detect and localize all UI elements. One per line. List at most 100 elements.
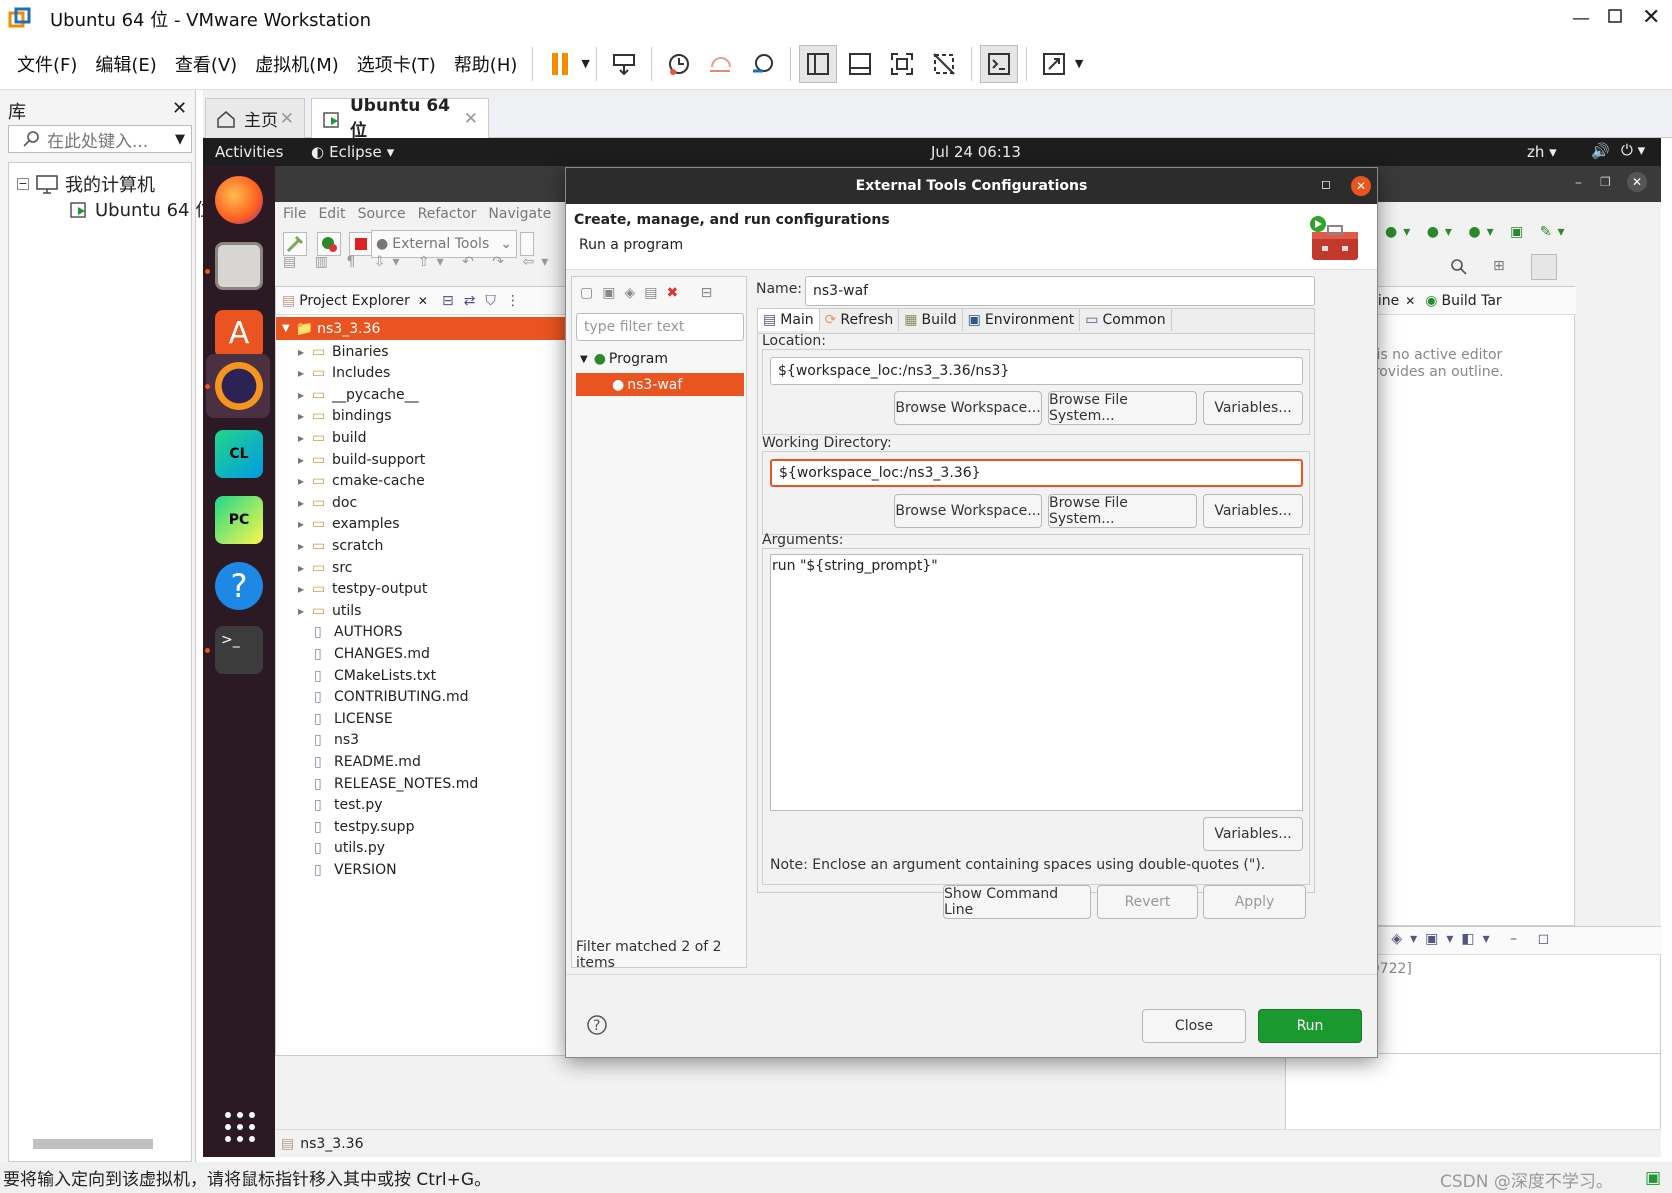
tree-file-row[interactable]: ▯ testpy.supp	[276, 815, 414, 838]
tree-program[interactable]: ▼ ● Program	[580, 351, 668, 367]
chevron-right-icon[interactable]: ▸	[298, 366, 304, 380]
activities-button[interactable]: Activities	[215, 143, 283, 161]
apply-button[interactable]: Apply	[1203, 885, 1306, 919]
tab-refresh[interactable]: ⟳ Refresh	[819, 309, 900, 331]
tree-file-row[interactable]: ▯ utils.py	[276, 837, 385, 860]
volume-icon[interactable]: 🔊	[1591, 142, 1610, 160]
files-icon[interactable]	[215, 242, 263, 290]
close-icon[interactable]: ✕	[1405, 294, 1415, 308]
tree-folder-row[interactable]: ▸ ▭ src	[276, 556, 352, 579]
power-icon[interactable]: ⏻ ▾	[1621, 141, 1645, 159]
terminal-view-icon[interactable]	[979, 44, 1018, 83]
tab-ubuntu[interactable]: Ubuntu 64 位 ✕	[311, 96, 489, 141]
tree-file-row[interactable]: ▯ RELEASE_NOTES.md	[276, 772, 478, 795]
chevron-down-icon[interactable]: ▼	[1075, 57, 1083, 70]
close-icon[interactable]: ✕	[1642, 5, 1660, 30]
minimize-icon[interactable]: –	[1575, 175, 1582, 191]
menu-edit[interactable]: 编辑(E)	[86, 51, 165, 77]
chevron-right-icon[interactable]: ▸	[298, 453, 304, 467]
library-scrollbar[interactable]	[33, 1139, 153, 1149]
variables-button[interactable]: Variables...	[1203, 391, 1303, 425]
send-keys-icon[interactable]	[605, 45, 643, 83]
c-perspective-icon[interactable]	[1531, 254, 1557, 280]
tree-folder-row[interactable]: ▸ ▭ bindings	[276, 405, 392, 428]
maximize-icon[interactable]: ◻	[1321, 177, 1331, 191]
close-icon[interactable]: ✕	[418, 294, 428, 308]
tree-folder-row[interactable]: ▸ ▭ cmake-cache	[276, 470, 425, 493]
help-icon[interactable]: ?	[586, 1014, 608, 1036]
workdir-input[interactable]: ${workspace_loc:/ns3_3.36}	[770, 459, 1303, 487]
library-view-icon[interactable]	[798, 44, 837, 83]
config-toolbar[interactable]: ▢▣◈▤✖ ⊟	[580, 285, 721, 301]
tree-ns3-waf[interactable]: ● ns3-waf	[576, 373, 744, 396]
tree-file-row[interactable]: ▯ CHANGES.md	[276, 642, 430, 665]
browse-workspace-button[interactable]: Browse Workspace...	[894, 494, 1042, 528]
chevron-right-icon[interactable]: ▸	[298, 561, 304, 575]
tree-folder-row[interactable]: ▸ ▭ doc	[276, 491, 357, 514]
chevron-right-icon[interactable]: ▸	[298, 496, 304, 510]
tree-folder-row[interactable]: ▸ ▭ build	[276, 426, 366, 449]
library-search[interactable]: 在此处键入... ▼	[8, 125, 192, 153]
run-toolbar[interactable]: ●▾ ●▾ ●▾ ▣ ✎▾	[1385, 224, 1571, 240]
snapshot-manager-icon[interactable]	[744, 45, 782, 83]
arguments-textarea[interactable]: run "${string_prompt}"	[770, 554, 1303, 811]
chevron-right-icon[interactable]: ▸	[298, 409, 304, 423]
show-command-line-button[interactable]: Show Command Line	[943, 885, 1091, 919]
unity-icon[interactable]	[925, 45, 963, 83]
help-icon[interactable]: ?	[215, 562, 263, 610]
variables-button[interactable]: Variables...	[1203, 494, 1303, 528]
clion-icon[interactable]: CL	[215, 430, 263, 478]
tree-folder-row[interactable]: ▸ ▭ __pycache__	[276, 383, 419, 406]
menu-file[interactable]: 文件(F)	[8, 51, 86, 77]
eclipse-icon[interactable]	[215, 362, 263, 410]
close-icon[interactable]: ✕	[280, 109, 294, 129]
minimize-icon[interactable]: —	[1572, 8, 1590, 29]
editor-toolbar[interactable]: ▤ ▥ ¶ ⇩▾ ⇧▾ ↶ ↷ ⇦▾	[283, 254, 555, 270]
chevron-down-icon[interactable]: ▼	[581, 57, 589, 70]
tree-folder-row[interactable]: ▸ ▭ examples	[276, 513, 400, 536]
chevron-right-icon[interactable]: ▸	[298, 604, 304, 618]
browse-filesystem-button[interactable]: Browse File System...	[1048, 494, 1197, 528]
firefox-icon[interactable]	[215, 176, 263, 224]
tab-build-targets[interactable]: Build Tar	[1442, 293, 1502, 309]
emenu-refactor[interactable]: Refactor	[412, 206, 483, 222]
tab-home[interactable]: 主页 ✕	[205, 98, 305, 138]
tree-folder-row[interactable]: ▸ ▭ testpy-output	[276, 578, 427, 601]
menu-tabs[interactable]: 选项卡(T)	[348, 51, 445, 77]
run-button[interactable]: Run	[1258, 1009, 1362, 1043]
emenu-file[interactable]: File	[277, 206, 312, 222]
tree-folder-row[interactable]: ▸ ▭ build-support	[276, 448, 425, 471]
console-view-icon[interactable]	[841, 45, 879, 83]
close-icon[interactable]: ✕	[1627, 172, 1647, 192]
chevron-right-icon[interactable]: ▸	[298, 431, 304, 445]
tab-environment[interactable]: ▣ Environment	[962, 309, 1081, 331]
tree-folder-row[interactable]: ▸ ▭ Binaries	[276, 340, 389, 363]
close-icon[interactable]: ✕	[464, 109, 478, 129]
app-grid-icon[interactable]	[223, 1110, 257, 1144]
stop-icon[interactable]	[349, 232, 373, 256]
tree-file-row[interactable]: ▯ test.py	[276, 794, 383, 817]
browse-workspace-button[interactable]: Browse Workspace...	[894, 391, 1042, 425]
tree-file-row[interactable]: ▯ README.md	[276, 750, 421, 773]
tree-project-row[interactable]: ▼ 📁 ns3_3.36	[276, 317, 582, 340]
chevron-right-icon[interactable]: ▸	[298, 539, 304, 553]
chevron-down-icon[interactable]: ▼	[175, 132, 185, 147]
fullscreen-icon[interactable]	[883, 45, 921, 83]
tree-file-row[interactable]: ▯ LICENSE	[276, 707, 393, 730]
location-input[interactable]: ${workspace_loc:/ns3_3.36/ns3}	[770, 357, 1303, 385]
browse-filesystem-button[interactable]: Browse File System...	[1048, 391, 1197, 425]
toolbar-button[interactable]	[520, 232, 534, 256]
tree-folder-row[interactable]: ▸ ▭ Includes	[276, 362, 390, 385]
revert-snapshot-icon[interactable]	[702, 45, 740, 83]
tree-item-ubuntu[interactable]: Ubuntu 64 位	[69, 196, 213, 222]
app-menu[interactable]: ◐ Eclipse ▾	[311, 143, 394, 161]
revert-button[interactable]: Revert	[1097, 885, 1198, 919]
tree-file-row[interactable]: ▯ AUTHORS	[276, 621, 403, 644]
clock[interactable]: Jul 24 06:13	[931, 143, 1021, 161]
filter-input[interactable]: type filter text	[576, 313, 744, 341]
library-close-icon[interactable]: ✕	[172, 98, 187, 119]
emenu-navigate[interactable]: Navigate	[482, 206, 557, 222]
variables-button[interactable]: Variables...	[1203, 817, 1303, 851]
emenu-edit[interactable]: Edit	[312, 206, 351, 222]
pycharm-icon[interactable]: PC	[215, 496, 263, 544]
